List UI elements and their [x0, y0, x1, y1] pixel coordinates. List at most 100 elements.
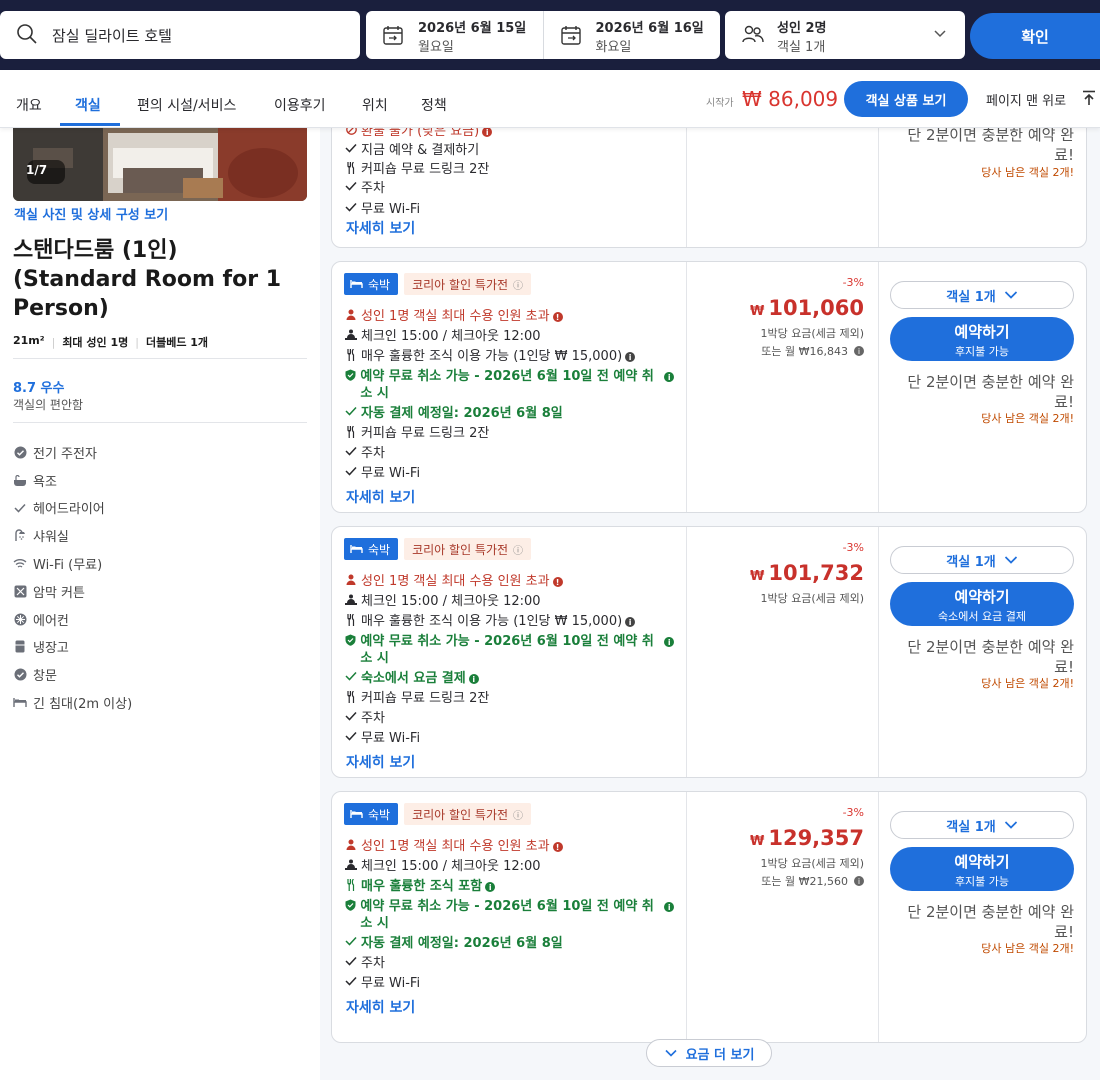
person-icon [344, 574, 358, 585]
info-icon[interactable]: i [664, 637, 674, 647]
check-icon [344, 671, 358, 681]
feature-row: 커피숍 무료 드링크 2잔 [344, 690, 489, 707]
info-icon[interactable]: ! [552, 577, 563, 587]
feature-row: 숙소에서 요금 결제 i [344, 670, 479, 687]
promo-badge[interactable]: 코리아 할인 특가전 ⓘ [404, 803, 532, 825]
divider [13, 422, 307, 423]
search-bar: 잠실 딜라이트 호텔 2026년 6월 15일 월요일 2026년 6월 16일… [0, 0, 1100, 70]
arrow-up-icon[interactable] [1082, 90, 1096, 110]
search-query: 잠실 딜라이트 호텔 [52, 27, 172, 45]
chevron-down-icon [1004, 821, 1017, 829]
feature-row: 매우 훌륭한 조식 이용 가능 (1인당 ₩ 15,000) i [344, 348, 636, 365]
cutlery-icon [344, 162, 358, 174]
cutlery-icon [344, 349, 358, 361]
book-button[interactable]: 예약하기 후지불 가능 [890, 317, 1074, 361]
cutlery-icon [344, 426, 358, 438]
feature-row: 매우 훌륭한 조식 포함 i [344, 878, 496, 895]
info-icon[interactable]: ! [552, 842, 563, 852]
check-icon [344, 976, 358, 986]
offer-card: 숙박 코리아 할인 특가전 ⓘ 성인 1명 객실 최대 수용 인원 초과! 체크인 15… [331, 261, 1087, 513]
feature-row: 예약 무료 취소 가능 - 2026년 6월 10일 전 예약 취소 시i [344, 898, 674, 932]
more-rates-button[interactable]: 요금 더 보기 [646, 1039, 772, 1067]
info-icon[interactable]: i [468, 674, 479, 684]
checkout-field[interactable]: 2026년 6월 16일 화요일 [542, 11, 721, 59]
search-icon [16, 23, 38, 49]
tab-rooms[interactable]: 객실 [75, 95, 101, 115]
info-icon[interactable]: i [664, 902, 674, 912]
room-photos-link[interactable]: 객실 사진 및 상세 구성 보기 [14, 204, 168, 223]
details-link[interactable]: 자세히 보기 [346, 997, 415, 1017]
amenity-hairdryer: 헤어드라이어 [13, 498, 105, 517]
guest-selector[interactable]: 성인 2명 객실 1개 [725, 11, 965, 59]
tab-policy[interactable]: 정책 [421, 95, 447, 115]
bed-icon [350, 280, 363, 288]
cutlery-icon [344, 691, 358, 703]
feature-row: 무료 Wi-Fi [344, 201, 420, 218]
amenity-fridge: 냉장고 [13, 637, 69, 656]
search-input[interactable]: 잠실 딜라이트 호텔 [0, 11, 360, 59]
tab-overview[interactable]: 개요 [16, 95, 42, 115]
amenity-long-bed: 긴 침대(2m 이상) [13, 693, 132, 712]
rooms-left-message: 당사 남은 객실 2개! [981, 677, 1074, 690]
info-icon[interactable]: ! [552, 312, 563, 322]
info-icon[interactable]: i [482, 127, 493, 137]
book-button[interactable]: 예약하기 후지불 가능 [890, 847, 1074, 891]
aircon-icon [13, 613, 27, 627]
details-link[interactable]: 자세히 보기 [346, 487, 415, 507]
info-icon[interactable]: i [625, 352, 636, 362]
info-icon[interactable]: i [664, 372, 674, 382]
feature-row: 성인 1명 객실 최대 수용 인원 초과! [344, 308, 563, 325]
checkin-icon [344, 859, 358, 870]
room-quantity-select[interactable]: 객실 1개 [890, 811, 1074, 839]
room-photo[interactable] [13, 128, 307, 201]
price-start-label: 시작가 [706, 98, 734, 109]
room-quantity-select[interactable]: 객실 1개 [890, 281, 1074, 309]
check-icon [344, 143, 358, 153]
rating-label: 객실의 편안함 [13, 398, 84, 412]
stay-badge: 숙박 [344, 803, 399, 825]
room-price: ₩129,357 [750, 826, 864, 850]
feature-row: 성인 1명 객실 최대 수용 인원 초과! [344, 573, 563, 590]
bed-icon [350, 810, 363, 818]
tab-amenities[interactable]: 편의 시설/서비스 [137, 95, 236, 115]
offer-badges: 숙박 코리아 할인 특가전 ⓘ [344, 273, 532, 295]
date-picker[interactable]: 2026년 6월 15일 월요일 2026년 6월 16일 화요일 [366, 11, 720, 59]
view-rooms-button[interactable]: 객실 상품 보기 [844, 81, 968, 117]
info-icon[interactable]: i [485, 882, 496, 892]
confirm-button[interactable]: 확인 [970, 13, 1100, 59]
check-icon [344, 731, 358, 741]
monthly-installment: 또는 월 ₩21,560 i [761, 873, 864, 889]
details-link[interactable]: 자세히 보기 [346, 752, 415, 772]
checkin-icon [344, 594, 358, 605]
promo-badge[interactable]: 코리아 할인 특가전 ⓘ [404, 538, 532, 560]
active-tab-indicator [60, 123, 120, 126]
book-button[interactable]: 예약하기 숙소에서 요금 결제 [890, 582, 1074, 626]
blackout-icon [13, 585, 27, 599]
details-link[interactable]: 자세히 보기 [346, 218, 415, 238]
guest-count: 성인 2명 [777, 21, 827, 36]
tab-reviews[interactable]: 이용후기 [274, 95, 326, 115]
back-to-top-link[interactable]: 페이지 맨 위로 [986, 90, 1066, 109]
info-icon[interactable]: ⓘ [513, 277, 523, 292]
amenity-kettle: 전기 주전자 [13, 443, 97, 462]
checkin-field[interactable]: 2026년 6월 15일 월요일 [366, 11, 543, 59]
info-icon[interactable]: i [854, 876, 864, 886]
fridge-icon [13, 640, 27, 654]
feature-row: 무료 Wi-Fi [344, 975, 420, 992]
bed-icon [13, 696, 27, 710]
wifi-icon [13, 557, 27, 571]
room-quantity-select[interactable]: 객실 1개 [890, 546, 1074, 574]
room-info-panel: 1/7 객실 사진 및 상세 구성 보기 스탠다드룸 (1인) (Standar… [0, 128, 320, 1080]
info-icon[interactable]: ⓘ [513, 807, 523, 822]
rating-score: 8.7 우수 [13, 381, 65, 396]
chevron-down-icon [1004, 291, 1017, 299]
info-icon[interactable]: ⓘ [513, 542, 523, 557]
shield-icon [344, 899, 357, 911]
info-icon[interactable]: i [854, 346, 864, 356]
tab-location[interactable]: 위치 [362, 95, 388, 115]
offer-card: 숙박 코리아 할인 특가전 ⓘ 성인 1명 객실 최대 수용 인원 초과! 체크인 15… [331, 791, 1087, 1043]
promo-badge[interactable]: 코리아 할인 특가전 ⓘ [404, 273, 532, 295]
info-icon[interactable]: i [625, 617, 636, 627]
check-icon [344, 181, 358, 191]
amenity-wifi: Wi-Fi (무료) [13, 554, 102, 573]
